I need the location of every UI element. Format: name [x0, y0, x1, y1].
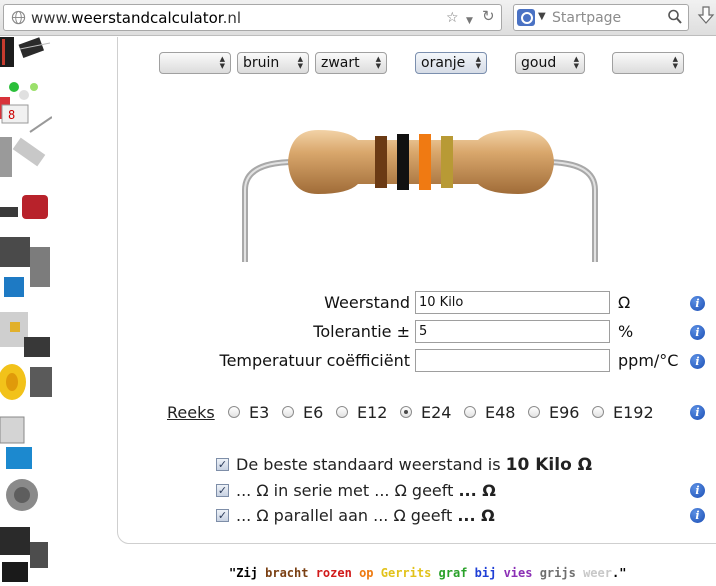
quote-word: rozen [315, 566, 360, 580]
band-4-stripe [441, 136, 453, 188]
parallel-text: ... Ω parallel aan ... Ω geeft ... Ω [236, 506, 495, 525]
quote-word: grijs [539, 566, 584, 580]
quote-word: weer [583, 566, 612, 580]
resistor-illustration [242, 130, 598, 262]
temperatuur-input[interactable] [415, 349, 610, 372]
band-select-1[interactable]: ▲ ▼ [159, 52, 231, 74]
download-icon[interactable] [697, 5, 715, 27]
series-text: ... Ω in serie met ... Ω geeft ... Ω [236, 481, 496, 500]
quote-word: graf [438, 566, 475, 580]
select-arrows-icon: ▲ ▼ [475, 55, 481, 70]
band-select-6[interactable]: ▲ ▼ [612, 52, 684, 74]
radio-label-e48: E48 [485, 403, 516, 422]
best-standard-checkbox[interactable]: ✓ [216, 458, 229, 471]
radio-label-e3: E3 [249, 403, 270, 422]
radio-label-e12: E12 [357, 403, 388, 422]
radio-label-e192: E192 [613, 403, 654, 422]
select-arrows-icon: ▲ ▼ [375, 55, 381, 70]
band-select-2[interactable]: bruin ▲ ▼ [237, 52, 309, 74]
temperatuur-label: Temperatuur coëfficiënt [219, 351, 410, 370]
quote-word: Gerrits [380, 566, 439, 580]
search-bar[interactable]: ▼ Startpage [513, 4, 689, 31]
band-3-stripe [419, 134, 431, 190]
quote-word: "Zij [229, 566, 266, 580]
dropdown-icon[interactable]: ▼ [466, 13, 473, 29]
info-icon[interactable]: i [690, 325, 705, 340]
radio-e6[interactable] [282, 406, 294, 418]
radio-e12[interactable] [336, 406, 348, 418]
select-arrows-icon: ▲ ▼ [219, 55, 225, 70]
url-text[interactable]: www.weerstandcalculator.nl [31, 9, 241, 27]
info-icon[interactable]: i [690, 483, 705, 498]
info-icon[interactable]: i [690, 296, 705, 311]
radio-e24[interactable] [400, 406, 412, 418]
radio-e48[interactable] [464, 406, 476, 418]
globe-icon [11, 10, 26, 25]
star-icon[interactable]: ☆ [446, 10, 459, 26]
svg-text:8: 8 [8, 108, 15, 122]
radio-e3[interactable] [228, 406, 240, 418]
radio-label-e96: E96 [549, 403, 580, 422]
series-checkbox[interactable]: ✓ [216, 484, 229, 497]
quote-word: op [359, 566, 381, 580]
browser-toolbar: www.weerstandcalculator.nl ☆ ▼ ↻ ▼ Start… [0, 0, 716, 36]
info-icon[interactable]: i [690, 405, 705, 420]
chevron-down-icon[interactable]: ▼ [538, 11, 546, 22]
percent-unit: % [618, 322, 634, 341]
quote-word: bracht [265, 566, 316, 580]
electronics-decoration: 8 [0, 37, 52, 586]
weerstand-input[interactable]: 10 Kilo [415, 291, 610, 314]
info-icon[interactable]: i [690, 354, 705, 369]
band-1-stripe [375, 136, 387, 188]
band-select-5[interactable]: goud ▲ ▼ [515, 52, 585, 74]
search-icon[interactable] [667, 8, 683, 26]
select-arrows-icon: ▲ ▼ [672, 55, 678, 70]
color-mnemonic-quote: "Zij bracht rozen op Gerrits graf bij vi… [229, 566, 626, 580]
radio-e96[interactable] [528, 406, 540, 418]
radio-label-e24: E24 [421, 403, 452, 422]
band-select-3[interactable]: zwart ▲ ▼ [315, 52, 387, 74]
info-icon[interactable]: i [690, 508, 705, 523]
search-input[interactable]: Startpage [552, 10, 621, 26]
ohm-unit: Ω [618, 293, 631, 312]
radio-e192[interactable] [592, 406, 604, 418]
parallel-checkbox[interactable]: ✓ [216, 509, 229, 522]
select-arrows-icon: ▲ ▼ [573, 55, 579, 70]
address-bar[interactable]: www.weerstandcalculator.nl ☆ ▼ ↻ [3, 4, 502, 31]
band-2-stripe [397, 134, 409, 190]
quote-word: bij [474, 566, 504, 580]
ppm-unit: ppm/°C [618, 351, 679, 370]
startpage-logo-icon[interactable] [517, 9, 535, 26]
best-standard-text: De beste standaard weerstand is 10 Kilo … [236, 455, 593, 475]
reload-icon[interactable]: ↻ [482, 8, 495, 24]
components-image: 8 [0, 37, 52, 582]
tolerantie-label: Tolerantie ± [313, 322, 410, 341]
quote-word: vies [503, 566, 540, 580]
quote-word: ." [611, 566, 627, 580]
tolerantie-input[interactable]: 5 [415, 320, 610, 343]
reeks-link[interactable]: Reeks [167, 403, 215, 422]
weerstand-label: Weerstand [324, 293, 410, 312]
select-arrows-icon: ▲ ▼ [297, 55, 303, 70]
band-select-4[interactable]: oranje ▲ ▼ [415, 52, 487, 74]
radio-label-e6: E6 [303, 403, 324, 422]
